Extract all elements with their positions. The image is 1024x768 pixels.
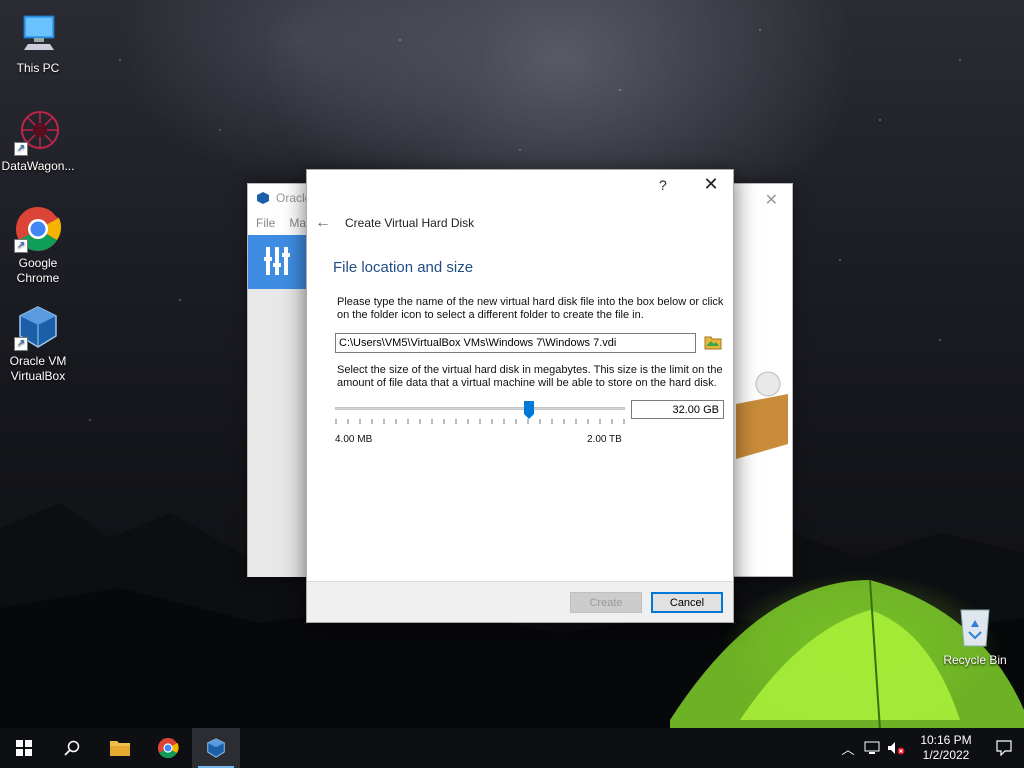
desktop-icon-oracle-vm-virtualbox[interactable]: ↗ Oracle VM VirtualBox	[0, 303, 76, 384]
close-icon: ✕	[703, 174, 719, 194]
clock-time: 10:16 PM	[920, 733, 972, 747]
desktop-icon-google-chrome[interactable]: ↗ Google Chrome	[0, 205, 76, 286]
chrome-icon: ↗	[14, 205, 62, 253]
dialog-button-bar: Create Cancel	[307, 581, 733, 622]
network-icon[interactable]	[860, 728, 884, 768]
shortcut-arrow-icon: ↗	[14, 337, 28, 351]
location-description: Please type the name of the new virtual …	[337, 296, 724, 321]
close-button[interactable]: ✕	[701, 174, 721, 196]
datawagon-icon: ↗	[14, 108, 62, 156]
file-location-input[interactable]	[335, 333, 696, 353]
virtualbox-icon	[207, 738, 225, 758]
size-description: Select the size of the virtual hard disk…	[337, 364, 723, 389]
desktop-icon-this-pc[interactable]: This PC	[0, 10, 76, 76]
create-virtual-hard-disk-dialog: ? ✕ ← Create Virtual Hard Disk File loca…	[306, 169, 734, 623]
wizard-title: Create Virtual Hard Disk	[345, 216, 475, 230]
taskbar-file-explorer[interactable]	[96, 728, 144, 768]
action-center-button[interactable]	[984, 728, 1024, 768]
chrome-icon	[157, 737, 179, 759]
desktop-icon-label: Recycle Bin	[943, 653, 1007, 667]
shortcut-arrow-icon: ↗	[14, 142, 28, 156]
system-tray: ︿ 10:16 PM 1/2/2022	[836, 728, 1024, 768]
search-button[interactable]	[48, 728, 96, 768]
slider-thumb[interactable]	[524, 401, 534, 419]
slider-ticks	[335, 419, 625, 424]
this-pc-icon	[14, 10, 62, 58]
virtualbox-small-icon	[256, 191, 270, 205]
desktop-icon-label: Google Chrome	[16, 256, 60, 285]
tools-item[interactable]	[248, 235, 306, 289]
tools-illustration	[736, 371, 788, 459]
taskbar: ︿ 10:16 PM 1/2/2022	[0, 728, 1024, 768]
size-range-max: 2.00 TB	[587, 434, 622, 445]
desktop-icon-label: DataWagon...	[1, 159, 75, 173]
choose-folder-button[interactable]	[704, 333, 722, 351]
taskbar-google-chrome[interactable]	[144, 728, 192, 768]
shortcut-arrow-icon: ↗	[14, 239, 28, 253]
desktop-icon-label: This PC	[16, 61, 60, 75]
page-title: File location and size	[333, 259, 474, 276]
show-hidden-icons-chevron-up-icon[interactable]: ︿	[836, 728, 860, 768]
help-button[interactable]: ?	[659, 177, 667, 193]
taskbar-virtualbox[interactable]	[192, 728, 240, 768]
clock-date: 1/2/2022	[922, 748, 970, 762]
disk-size-slider[interactable]	[335, 401, 625, 432]
close-icon[interactable]: ✕	[765, 190, 778, 210]
notification-icon	[996, 740, 1012, 756]
dialog-titlebar: ? ✕	[307, 170, 733, 202]
volume-muted-icon[interactable]	[884, 728, 908, 768]
menu-item-machine[interactable]: Ma	[289, 216, 306, 230]
cancel-button[interactable]: Cancel	[651, 592, 723, 613]
folder-icon	[704, 336, 722, 350]
search-icon	[64, 740, 80, 756]
disk-size-input[interactable]	[631, 400, 724, 419]
size-range-min: 4.00 MB	[335, 434, 373, 445]
create-button[interactable]: Create	[570, 592, 642, 613]
back-arrow-icon[interactable]: ←	[315, 214, 331, 232]
wizard-header: ← Create Virtual Hard Disk	[315, 214, 474, 232]
virtualbox-icon: ↗	[14, 303, 62, 351]
start-button[interactable]	[0, 728, 48, 768]
desktop-icon-label: Oracle VM VirtualBox	[9, 354, 67, 383]
clock[interactable]: 10:16 PM 1/2/2022	[908, 733, 984, 763]
slider-track	[335, 407, 625, 410]
menu-item-file[interactable]: File	[256, 216, 275, 230]
desktop-icon-recycle-bin[interactable]: Recycle Bin	[937, 602, 1013, 668]
windows-logo-icon	[16, 740, 32, 756]
folder-icon	[110, 741, 130, 756]
desktop-icon-datawagon[interactable]: ↗ DataWagon...	[0, 108, 76, 174]
tools-icon	[264, 247, 290, 275]
recycle-bin-icon	[951, 602, 999, 650]
